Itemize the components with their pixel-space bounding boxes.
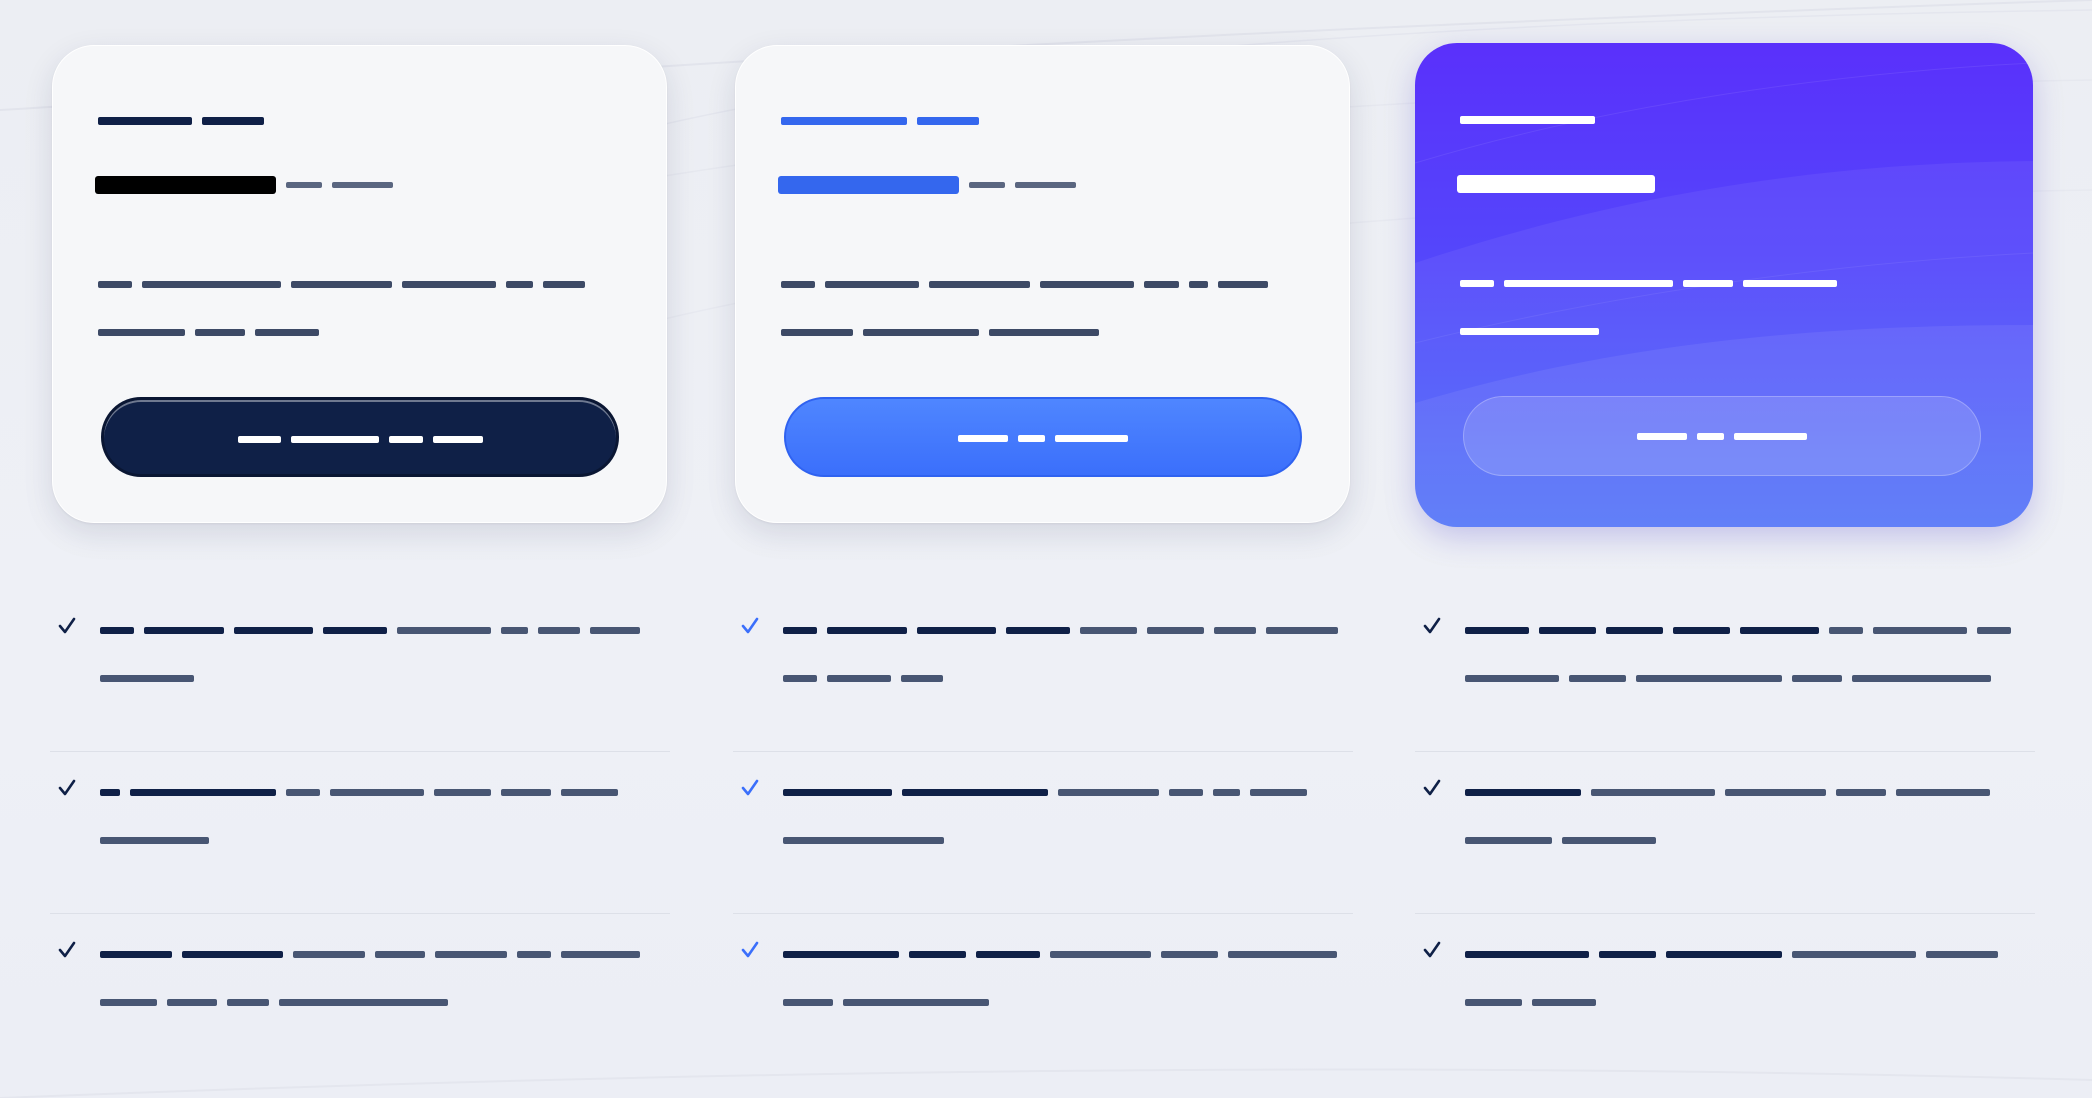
pricing-page [0,0,2092,1098]
feature-list-3 [1415,590,2035,1076]
list-item [733,914,1353,1076]
contact-sales-button[interactable] [1463,396,1981,476]
list-item [50,590,670,752]
pricing-card-1 [52,45,667,523]
check-icon [1423,617,1441,634]
list-item [733,752,1353,914]
check-icon [741,941,759,958]
plan-description-line-2 [1460,323,1609,341]
plan-name [98,112,274,130]
pricing-card-2 [735,45,1350,523]
check-icon [58,779,76,796]
plan-description-line-2 [781,324,1109,342]
plan-description-line-2 [98,324,329,342]
check-icon [58,941,76,958]
check-icon [58,617,76,634]
check-icon [1423,779,1441,796]
pricing-card-featured [1415,43,2033,527]
list-item [733,590,1353,752]
plan-name [781,112,989,130]
plan-description [98,276,595,294]
plan-price [778,176,1086,194]
check-icon [741,779,759,796]
get-started-button[interactable] [101,397,619,477]
feature-list-2 [733,590,1353,1076]
plan-price [1457,175,1665,193]
plan-price [95,176,403,194]
choose-plan-button[interactable] [784,397,1302,477]
plan-description [1460,275,1847,293]
check-icon [741,617,759,634]
list-item [1415,914,2035,1076]
list-item [1415,590,2035,752]
list-item [50,914,670,1076]
feature-list-1 [50,590,670,1076]
check-icon [1423,941,1441,958]
plan-description [781,276,1278,294]
list-item [1415,752,2035,914]
plan-name [1460,111,1605,129]
list-item [50,752,670,914]
